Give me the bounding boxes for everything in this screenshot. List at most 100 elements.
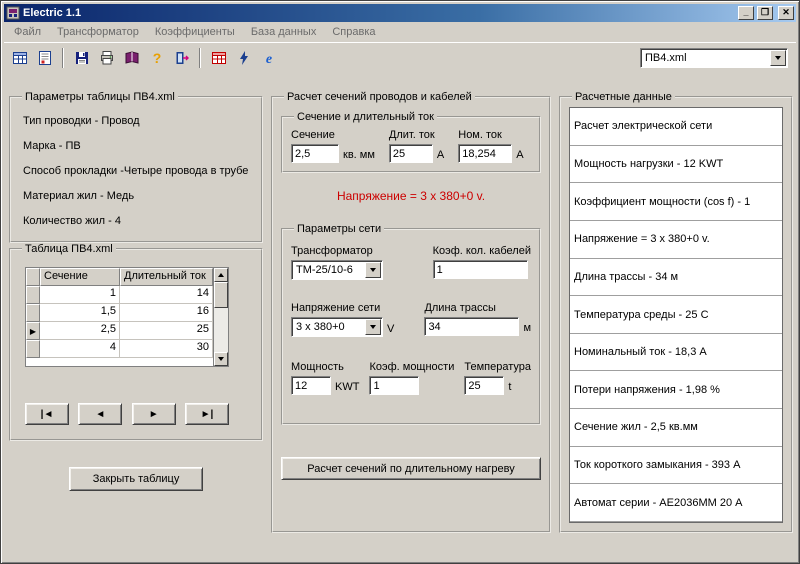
toolbar: ? e П [4,42,796,72]
temperature-unit: t [508,381,511,395]
calc-panel: Расчет сечений проводов и кабелей Сечени… [271,91,551,533]
power-input[interactable] [291,376,331,395]
section-label: Сечение [291,129,375,141]
list-item[interactable]: Расчет электрической сети [570,108,782,146]
table-row-selected[interactable]: ▶ 2,5 25 [26,322,213,340]
calc-button[interactable]: Расчет сечений по длительному нагреву [281,457,541,480]
nav-prev-button[interactable]: ◄ [78,403,122,425]
param-laying-method: Способ прокладки -Четыре провода в трубе [23,165,253,177]
power-label: Мощность [291,361,359,373]
scroll-thumb[interactable] [214,282,228,308]
table-vertical-scrollbar[interactable] [213,268,228,366]
route-length-input[interactable] [424,317,519,336]
toolbar-separator [199,48,201,68]
chevron-down-icon[interactable] [770,50,786,66]
book-icon [124,50,140,66]
scroll-up-icon[interactable] [214,268,228,282]
record-navigator: |◄ ◄ ► ►| [25,403,229,425]
minimize-button[interactable]: _ [738,6,754,20]
temperature-input[interactable] [464,376,504,395]
menu-item-database[interactable]: База данных [243,23,325,41]
list-item[interactable]: Напряжение = 3 x 380+0 v. [570,221,782,259]
param-core-count: Количество жил - 4 [23,215,253,227]
network-section: Параметры сети Трансформатор ТМ-25/10-6 … [281,223,541,425]
nominal-current-input[interactable] [458,144,512,163]
section-input[interactable] [291,144,339,163]
exit-button[interactable] [169,46,194,70]
help-button[interactable]: ? [144,46,169,70]
data-grid: Сечение Длительный ток 1 14 1,5 16 [25,267,229,367]
section-unit: кв. мм [343,149,375,163]
menu-item-help[interactable]: Справка [324,23,383,41]
scroll-track[interactable] [214,282,228,352]
table-row[interactable]: 4 30 [26,340,213,358]
internet-button[interactable]: e [256,46,281,70]
nav-last-button[interactable]: ►| [185,403,229,425]
data-table-title: Таблица ПВ4.xml [22,243,116,255]
network-voltage-select[interactable]: 3 x 380+0 [291,317,383,337]
table-params-group: Параметры таблицы ПВ4.xml Тип проводки -… [9,91,263,243]
menu-item-file[interactable]: Файл [6,23,49,41]
table-params-title: Параметры таблицы ПВ4.xml [22,91,178,103]
param-core-material: Материал жил - Медь [23,190,253,202]
route-length-label: Длина трассы [424,302,531,314]
current-section-title: Сечение и длительный ток [294,111,437,123]
list-item[interactable]: Сечение жил - 2,5 кв.мм [570,409,782,447]
close-table-button[interactable]: Закрыть таблицу [69,467,203,491]
close-button[interactable]: ✕ [778,6,794,20]
nav-first-button[interactable]: |◄ [25,403,69,425]
titlebar[interactable]: Electric 1.1 _ ❐ ✕ [4,4,796,22]
results-list: Расчет электрической сети Мощность нагру… [569,107,783,523]
list-item[interactable]: Номинальный ток - 18,3 А [570,334,782,372]
nominal-current-label: Ном. ток [458,129,523,141]
menu-item-transformer[interactable]: Трансформатор [49,23,147,41]
long-current-input[interactable] [389,144,433,163]
list-item[interactable]: Температура среды - 25 C [570,296,782,334]
table-row[interactable]: 1,5 16 [26,304,213,322]
print-icon [99,50,115,66]
print-button[interactable] [94,46,119,70]
grid-header-row: Сечение Длительный ток [26,268,213,286]
save-button[interactable] [69,46,94,70]
list-item[interactable]: Мощность нагрузки - 12 KWT [570,146,782,184]
chevron-down-icon[interactable] [365,319,381,335]
exit-icon [174,50,190,66]
power-coef-input[interactable] [369,376,419,395]
list-item[interactable]: Длина трассы - 34 м [570,259,782,297]
cables-coef-input[interactable] [433,260,528,279]
scroll-down-icon[interactable] [214,352,228,366]
transformer-select[interactable]: ТМ-25/10-6 [291,260,383,280]
long-current-label: Длит. ток [389,129,444,141]
open-table-button[interactable] [7,46,32,70]
svg-text:e: e [265,52,271,66]
param-brand: Марка - ПВ [23,140,253,152]
long-current-unit: A [437,149,444,163]
row-marker [26,340,40,358]
delete-table-button[interactable] [206,46,231,70]
report-button[interactable] [32,46,57,70]
power-coef-label: Коэф. мощности [369,361,454,373]
cables-coef-label: Коэф. кол. кабелей [433,245,531,257]
table-icon [12,50,28,66]
maximize-button[interactable]: ❐ [757,6,773,20]
list-item[interactable]: Ток короткого замыкания - 393 А [570,447,782,485]
menu-item-coefficients[interactable]: Коэффициенты [147,23,243,41]
nav-next-button[interactable]: ► [132,403,176,425]
file-select[interactable]: ПВ4.xml [640,48,788,68]
lightning-button[interactable] [231,46,256,70]
window-title: Electric 1.1 [23,7,735,19]
book-button[interactable] [119,46,144,70]
current-section: Сечение и длительный ток Сечение кв. мм … [281,111,541,173]
table-row[interactable]: 1 14 [26,286,213,304]
help-icon: ? [149,50,165,66]
list-item[interactable]: Коэффициент мощности (cos f) - 1 [570,183,782,221]
list-item[interactable]: Потери напряжения - 1,98 % [570,371,782,409]
report-icon [37,50,53,66]
transformer-label: Трансформатор [291,245,383,257]
svg-text:?: ? [152,50,161,66]
list-item[interactable]: Автомат серии - АЕ2036ММ 20 А [570,484,782,522]
left-column: Параметры таблицы ПВ4.xml Тип проводки -… [9,91,263,533]
results-panel-title: Расчетные данные [572,91,675,103]
chevron-down-icon[interactable] [365,262,381,278]
row-marker [26,286,40,304]
